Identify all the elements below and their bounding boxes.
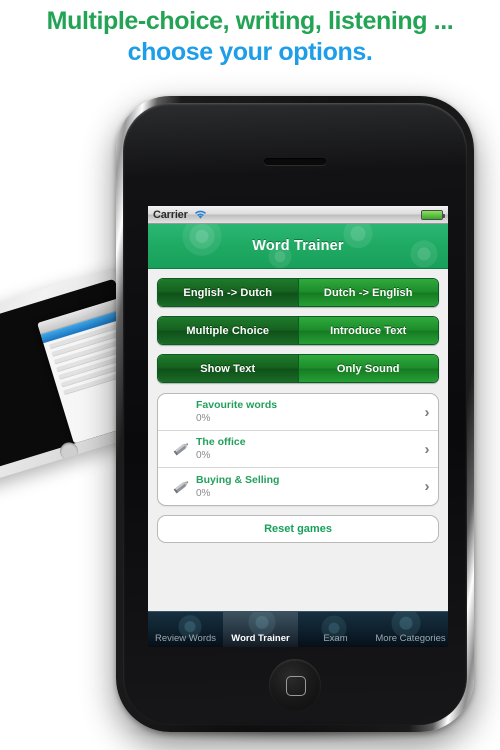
segment-multiple-choice[interactable]: Multiple Choice	[158, 317, 298, 344]
list-item-title: Favourite words	[196, 399, 278, 411]
headline-line-1: Multiple-choice, writing, listening ...	[46, 7, 454, 35]
earpiece-speaker-icon	[264, 158, 326, 165]
tab-word-trainer[interactable]: Word Trainer	[223, 612, 298, 647]
wifi-icon	[194, 210, 207, 220]
app-title-bar: Word Trainer	[148, 224, 448, 269]
device-shadow	[120, 718, 465, 744]
list-item[interactable]: Buying & Selling 0% ›	[158, 468, 438, 505]
segment-show-text[interactable]: Show Text	[158, 355, 298, 382]
iphone-screen: Carrier Word Trainer English -> Dutch Du…	[148, 206, 448, 647]
chevron-right-icon: ›	[424, 440, 430, 458]
reset-games-button[interactable]: Reset games	[157, 515, 439, 543]
segmented-control-presentation[interactable]: Show Text Only Sound	[157, 354, 439, 383]
pencil-icon	[166, 475, 196, 499]
segment-dutch-to-english[interactable]: Dutch -> English	[297, 279, 438, 306]
list-item-texts: The office 0%	[196, 436, 416, 462]
list-item-title: The office	[196, 436, 246, 448]
list-item-progress: 0%	[196, 413, 211, 424]
segmented-control-direction[interactable]: English -> Dutch Dutch -> English	[157, 278, 439, 307]
chevron-right-icon: ›	[424, 478, 430, 495]
list-item-progress: 0%	[196, 487, 211, 499]
tab-more-categories[interactable]: More Categories	[373, 612, 448, 647]
list-item-texts: Favourite words 0%	[196, 399, 416, 425]
list-item-progress: 0%	[196, 450, 211, 461]
list-item[interactable]: Favourite words 0% ›	[158, 394, 438, 431]
main-content: English -> Dutch Dutch -> English Multip…	[148, 269, 448, 612]
pencil-icon-placeholder	[166, 401, 196, 423]
home-button[interactable]	[269, 659, 321, 711]
headline-line-2: choose your options.	[127, 37, 373, 66]
segmented-control-mode[interactable]: Multiple Choice Introduce Text	[157, 316, 439, 345]
carrier-label: Carrier	[153, 208, 188, 221]
iphone-device: Carrier Word Trainer English -> Dutch Du…	[116, 96, 474, 732]
tab-review-words[interactable]: Review Words	[148, 612, 223, 647]
iphone-bezel: Carrier Word Trainer English -> Dutch Du…	[123, 103, 467, 725]
pencil-icon	[166, 437, 196, 461]
app-title: Word Trainer	[252, 238, 344, 254]
tab-bar: Review Words Word Trainer Exam More Cate…	[148, 611, 448, 647]
tab-exam[interactable]: Exam	[298, 612, 373, 647]
battery-full-icon	[421, 209, 445, 220]
chevron-right-icon: ›	[424, 403, 430, 421]
segment-english-to-dutch[interactable]: English -> Dutch	[158, 279, 298, 306]
list-item-texts: Buying & Selling 0%	[196, 474, 416, 500]
list-item[interactable]: The office 0% ›	[158, 431, 438, 468]
list-item-title: Buying & Selling	[196, 473, 280, 486]
status-bar: Carrier	[148, 206, 448, 224]
segment-introduce-text[interactable]: Introduce Text	[297, 317, 438, 344]
screenshot-root: Multiple-choice, writing, listening ... …	[0, 0, 500, 750]
segment-only-sound[interactable]: Only Sound	[297, 355, 438, 382]
word-list-panel: Favourite words 0% › The office 0% › Buy…	[157, 393, 439, 506]
page-title: Multiple-choice, writing, listening ... …	[0, 6, 500, 67]
home-button-square-icon	[286, 676, 306, 696]
